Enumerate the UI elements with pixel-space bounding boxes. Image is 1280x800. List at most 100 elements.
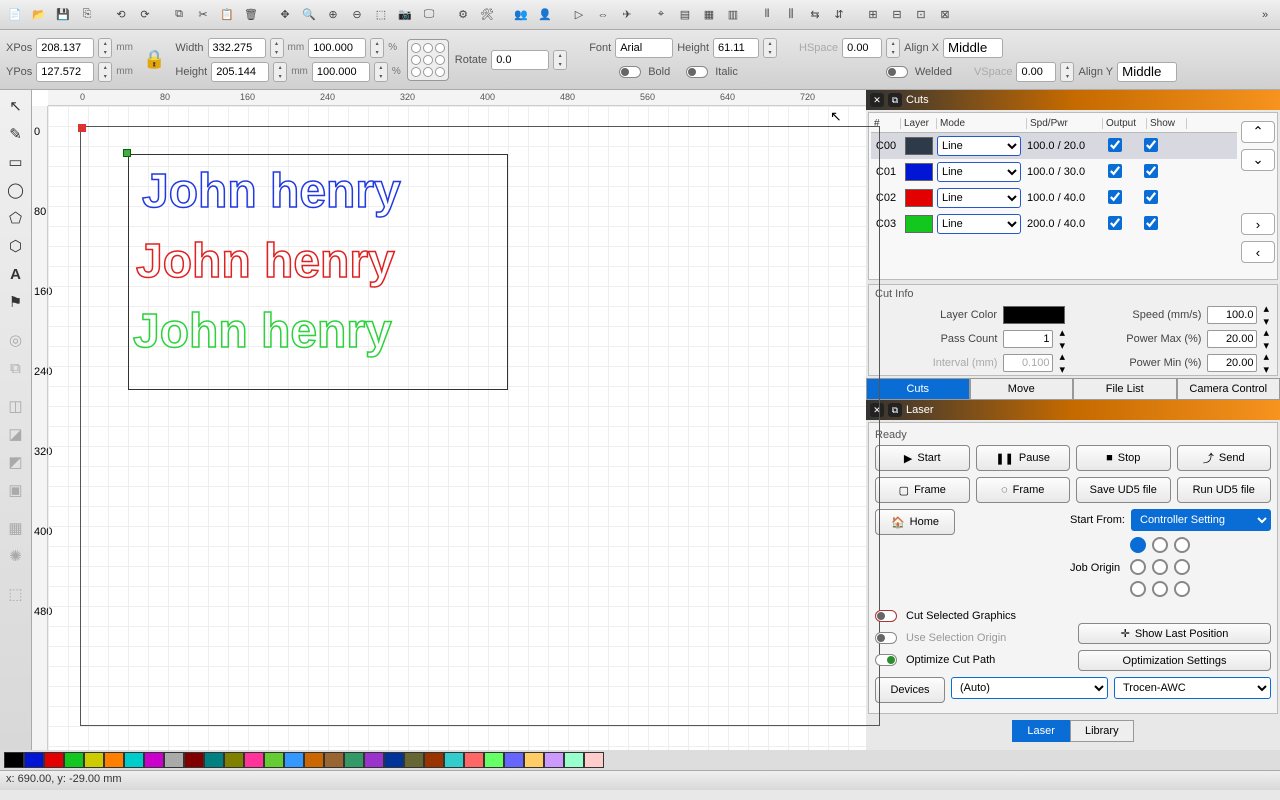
palette-swatch[interactable] — [424, 752, 444, 768]
device-select[interactable]: (Auto) — [951, 677, 1108, 699]
palette-swatch[interactable] — [404, 752, 424, 768]
tab-move[interactable]: Move — [970, 379, 1074, 400]
mode-select[interactable]: Line — [937, 136, 1021, 156]
preview-icon[interactable]: ⬚ — [4, 582, 28, 606]
controller-select[interactable]: Trocen-AWC — [1114, 677, 1271, 699]
send-button[interactable]: ⤴ Send — [1177, 445, 1272, 471]
palette-swatch[interactable] — [84, 752, 104, 768]
xpos-spinner[interactable]: ▴▾ — [98, 38, 112, 58]
cut-icon[interactable]: ✂ — [192, 4, 214, 26]
palette-swatch[interactable] — [304, 752, 324, 768]
palette-swatch[interactable] — [364, 752, 384, 768]
boolean-2-icon[interactable]: ◪ — [4, 422, 28, 446]
palette-swatch[interactable] — [184, 752, 204, 768]
show-checkbox[interactable] — [1144, 190, 1158, 204]
palette-swatch[interactable] — [524, 752, 544, 768]
grid-dots-icon[interactable]: ▦ — [4, 516, 28, 540]
palette-swatch[interactable] — [144, 752, 164, 768]
palette-swatch[interactable] — [464, 752, 484, 768]
palette-swatch[interactable] — [584, 752, 604, 768]
boolean-3-icon[interactable]: ◩ — [4, 450, 28, 474]
tab-library[interactable]: Library — [1070, 720, 1134, 742]
palette-swatch[interactable] — [164, 752, 184, 768]
star-tool-icon[interactable]: ⬡ — [4, 234, 28, 258]
selection-handle[interactable] — [123, 149, 131, 157]
save-icon[interactable]: 💾 — [52, 4, 74, 26]
job-origin-grid[interactable] — [1130, 537, 1192, 599]
lock-icon[interactable]: 🔒 — [139, 49, 169, 70]
delete-icon[interactable]: 🗑 — [240, 4, 262, 26]
cuts-row[interactable]: C02Line100.0 / 40.0 — [871, 185, 1237, 211]
pan-icon[interactable]: ✥ — [274, 4, 296, 26]
output-checkbox[interactable] — [1108, 138, 1122, 152]
palette-swatch[interactable] — [204, 752, 224, 768]
cuts-close-icon[interactable]: ✕ — [870, 93, 884, 107]
tab-camera[interactable]: Camera Control — [1177, 379, 1280, 400]
palette-swatch[interactable] — [124, 752, 144, 768]
frame-circle-button[interactable]: ◌ Frame — [976, 477, 1071, 503]
hspace-input[interactable] — [842, 38, 882, 58]
camera-icon[interactable]: 📷 — [394, 4, 416, 26]
palette-swatch[interactable] — [264, 752, 284, 768]
show-last-button[interactable]: ✛ Show Last Position — [1078, 623, 1271, 644]
palette-swatch[interactable] — [484, 752, 504, 768]
start-button[interactable]: ▶ Start — [875, 445, 970, 471]
select-tool-icon[interactable]: ↖ — [4, 94, 28, 118]
save-file-button[interactable]: Save UD5 file — [1076, 477, 1171, 503]
cuts-left-button[interactable]: ‹ — [1241, 241, 1275, 263]
mode-select[interactable]: Line — [937, 162, 1021, 182]
rotate-input[interactable] — [491, 50, 549, 70]
dist-v-icon[interactable]: ⫼ — [780, 4, 802, 26]
flip-v-icon[interactable]: ⇵ — [828, 4, 850, 26]
gear-icon[interactable]: ⚙ — [452, 4, 474, 26]
pen-tool-icon[interactable]: ✎ — [4, 122, 28, 146]
ypos-input[interactable] — [36, 62, 94, 82]
pause-button[interactable]: ❚❚ Pause — [976, 445, 1071, 471]
aligny-select[interactable] — [1117, 62, 1177, 82]
palette-swatch[interactable] — [564, 752, 584, 768]
show-checkbox[interactable] — [1144, 164, 1158, 178]
cuts-row[interactable]: C03Line200.0 / 40.0 — [871, 211, 1237, 237]
target-icon[interactable]: ⌖ — [650, 4, 672, 26]
palette-swatch[interactable] — [4, 752, 24, 768]
mode-select[interactable]: Line — [937, 214, 1021, 234]
palette-swatch[interactable] — [384, 752, 404, 768]
output-checkbox[interactable] — [1108, 164, 1122, 178]
palette-swatch[interactable] — [44, 752, 64, 768]
arrange-2-icon[interactable]: ⊟ — [886, 4, 908, 26]
palette-swatch[interactable] — [64, 752, 84, 768]
radial-icon[interactable]: ✺ — [4, 544, 28, 568]
home-button[interactable]: 🏠 Home — [875, 509, 955, 535]
show-checkbox[interactable] — [1144, 216, 1158, 230]
mirror-icon[interactable]: ⇔ — [592, 4, 614, 26]
optimize-toggle[interactable] — [875, 654, 897, 666]
height-input[interactable] — [211, 62, 269, 82]
align-center-icon[interactable]: ▦ — [698, 4, 720, 26]
palette-swatch[interactable] — [444, 752, 464, 768]
export-icon[interactable]: ⎘ — [76, 4, 98, 26]
send-icon[interactable]: ✈ — [616, 4, 638, 26]
tools-icon[interactable]: 🛠 — [476, 4, 498, 26]
palette-swatch[interactable] — [344, 752, 364, 768]
speed-input[interactable] — [1207, 306, 1257, 324]
mode-select[interactable]: Line — [937, 188, 1021, 208]
cut-selected-toggle[interactable] — [875, 610, 897, 622]
arrange-3-icon[interactable]: ⊡ — [910, 4, 932, 26]
palette-swatch[interactable] — [324, 752, 344, 768]
canvas-text-1[interactable]: John henry — [142, 164, 401, 219]
palette-swatch[interactable] — [24, 752, 44, 768]
boolean-4-icon[interactable]: ▣ — [4, 478, 28, 502]
user-icon[interactable]: 👤 — [534, 4, 556, 26]
polygon-tool-icon[interactable]: ⬠ — [4, 206, 28, 230]
italic-toggle[interactable] — [686, 66, 708, 78]
cuts-up-button[interactable]: ⌃ — [1241, 121, 1275, 143]
canvas-text-3[interactable]: John henry — [133, 304, 392, 359]
welded-toggle[interactable] — [886, 66, 908, 78]
zoomfit-icon[interactable]: 🔍 — [298, 4, 320, 26]
use-origin-toggle[interactable] — [875, 632, 897, 644]
zoomout-icon[interactable]: ⊖ — [346, 4, 368, 26]
font-select[interactable] — [615, 38, 673, 58]
undo-icon[interactable]: ⟲ — [110, 4, 132, 26]
tab-file-list[interactable]: File List — [1073, 379, 1177, 400]
power-min-input[interactable] — [1207, 354, 1257, 372]
